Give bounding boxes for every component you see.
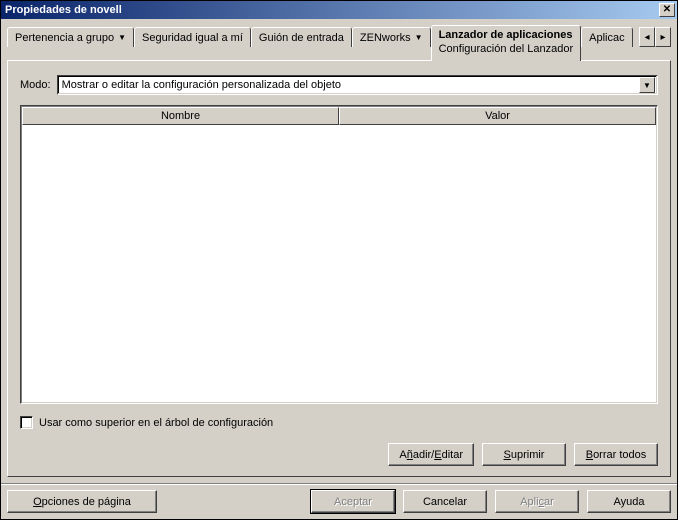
ok-button[interactable]: Aceptar [311, 490, 395, 513]
tab-guion-de-entrada[interactable]: Guión de entrada [251, 27, 352, 47]
tab-strip: Pertenencia a grupo ▼ Seguridad igual a … [7, 25, 671, 61]
dropdown-icon: ▼ [415, 34, 423, 42]
tab-scroll-right-button[interactable]: ▸ [655, 27, 671, 47]
add-edit-button[interactable]: Añadir/Editar [388, 443, 474, 466]
tab-aplicaciones-partial[interactable]: Aplicac [581, 27, 632, 47]
col-header-nombre[interactable]: Nombre [22, 107, 339, 125]
tab-list: Pertenencia a grupo ▼ Seguridad igual a … [7, 25, 639, 61]
dialog-button-bar: Opciones de página Aceptar Cancelar Apli… [1, 483, 677, 519]
apply-button[interactable]: Aplicar [495, 490, 579, 513]
tab-sublabel: Configuración del Lanzador [439, 43, 574, 55]
mode-label: Modo: [20, 79, 51, 91]
arrow-left-icon: ◂ [644, 32, 649, 43]
client-area: Pertenencia a grupo ▼ Seguridad igual a … [1, 19, 677, 483]
table-body[interactable] [22, 125, 656, 402]
mode-row: Modo: Mostrar o editar la configuración … [20, 75, 658, 95]
tab-label: Guión de entrada [259, 32, 344, 44]
tab-label: Lanzador de aplicaciones [439, 29, 573, 41]
mode-select-dropdown-button[interactable]: ▼ [639, 77, 655, 93]
help-button[interactable]: Ayuda [587, 490, 671, 513]
tab-seguridad-igual-a-mi[interactable]: Seguridad igual a mí [134, 27, 251, 47]
use-as-parent-label: Usar como superior en el árbol de config… [39, 417, 273, 429]
table-header: Nombre Valor [22, 107, 656, 125]
mode-select-value: Mostrar o editar la configuración person… [62, 79, 639, 91]
window-title: Propiedades de novell [5, 4, 122, 16]
tab-pertenencia-a-grupo[interactable]: Pertenencia a grupo ▼ [7, 27, 134, 47]
col-header-valor[interactable]: Valor [339, 107, 656, 125]
delete-button[interactable]: Suprimir [482, 443, 566, 466]
tab-label: Seguridad igual a mí [142, 32, 243, 44]
chevron-down-icon: ▼ [643, 81, 651, 90]
tab-zenworks[interactable]: ZENworks ▼ [352, 27, 431, 47]
page-options-button[interactable]: Opciones de página [7, 490, 157, 513]
tab-scroll-nav: ◂ ▸ [639, 25, 671, 47]
use-as-parent-row: Usar como superior en el árbol de config… [20, 416, 658, 429]
cancel-button[interactable]: Cancelar [403, 490, 487, 513]
use-as-parent-checkbox[interactable] [20, 416, 33, 429]
clear-all-button[interactable]: Borrar todos [574, 443, 658, 466]
tab-scroll-left-button[interactable]: ◂ [639, 27, 655, 47]
tab-label: Aplicac [589, 32, 624, 44]
tab-label: ZENworks [360, 32, 411, 44]
dropdown-icon: ▼ [118, 34, 126, 42]
close-button[interactable]: ✕ [659, 3, 675, 17]
dialog-window: Propiedades de novell ✕ Pertenencia a gr… [0, 0, 678, 520]
tab-panel: Modo: Mostrar o editar la configuración … [7, 60, 671, 477]
arrow-right-icon: ▸ [660, 32, 665, 43]
panel-button-row: Añadir/Editar Suprimir Borrar todos [20, 443, 658, 466]
mode-select[interactable]: Mostrar o editar la configuración person… [57, 75, 658, 95]
title-bar: Propiedades de novell ✕ [1, 1, 677, 19]
tab-label: Pertenencia a grupo [15, 32, 114, 44]
tab-lanzador-de-aplicaciones[interactable]: Lanzador de aplicaciones Configuración d… [431, 25, 582, 61]
config-table: Nombre Valor [20, 105, 658, 404]
